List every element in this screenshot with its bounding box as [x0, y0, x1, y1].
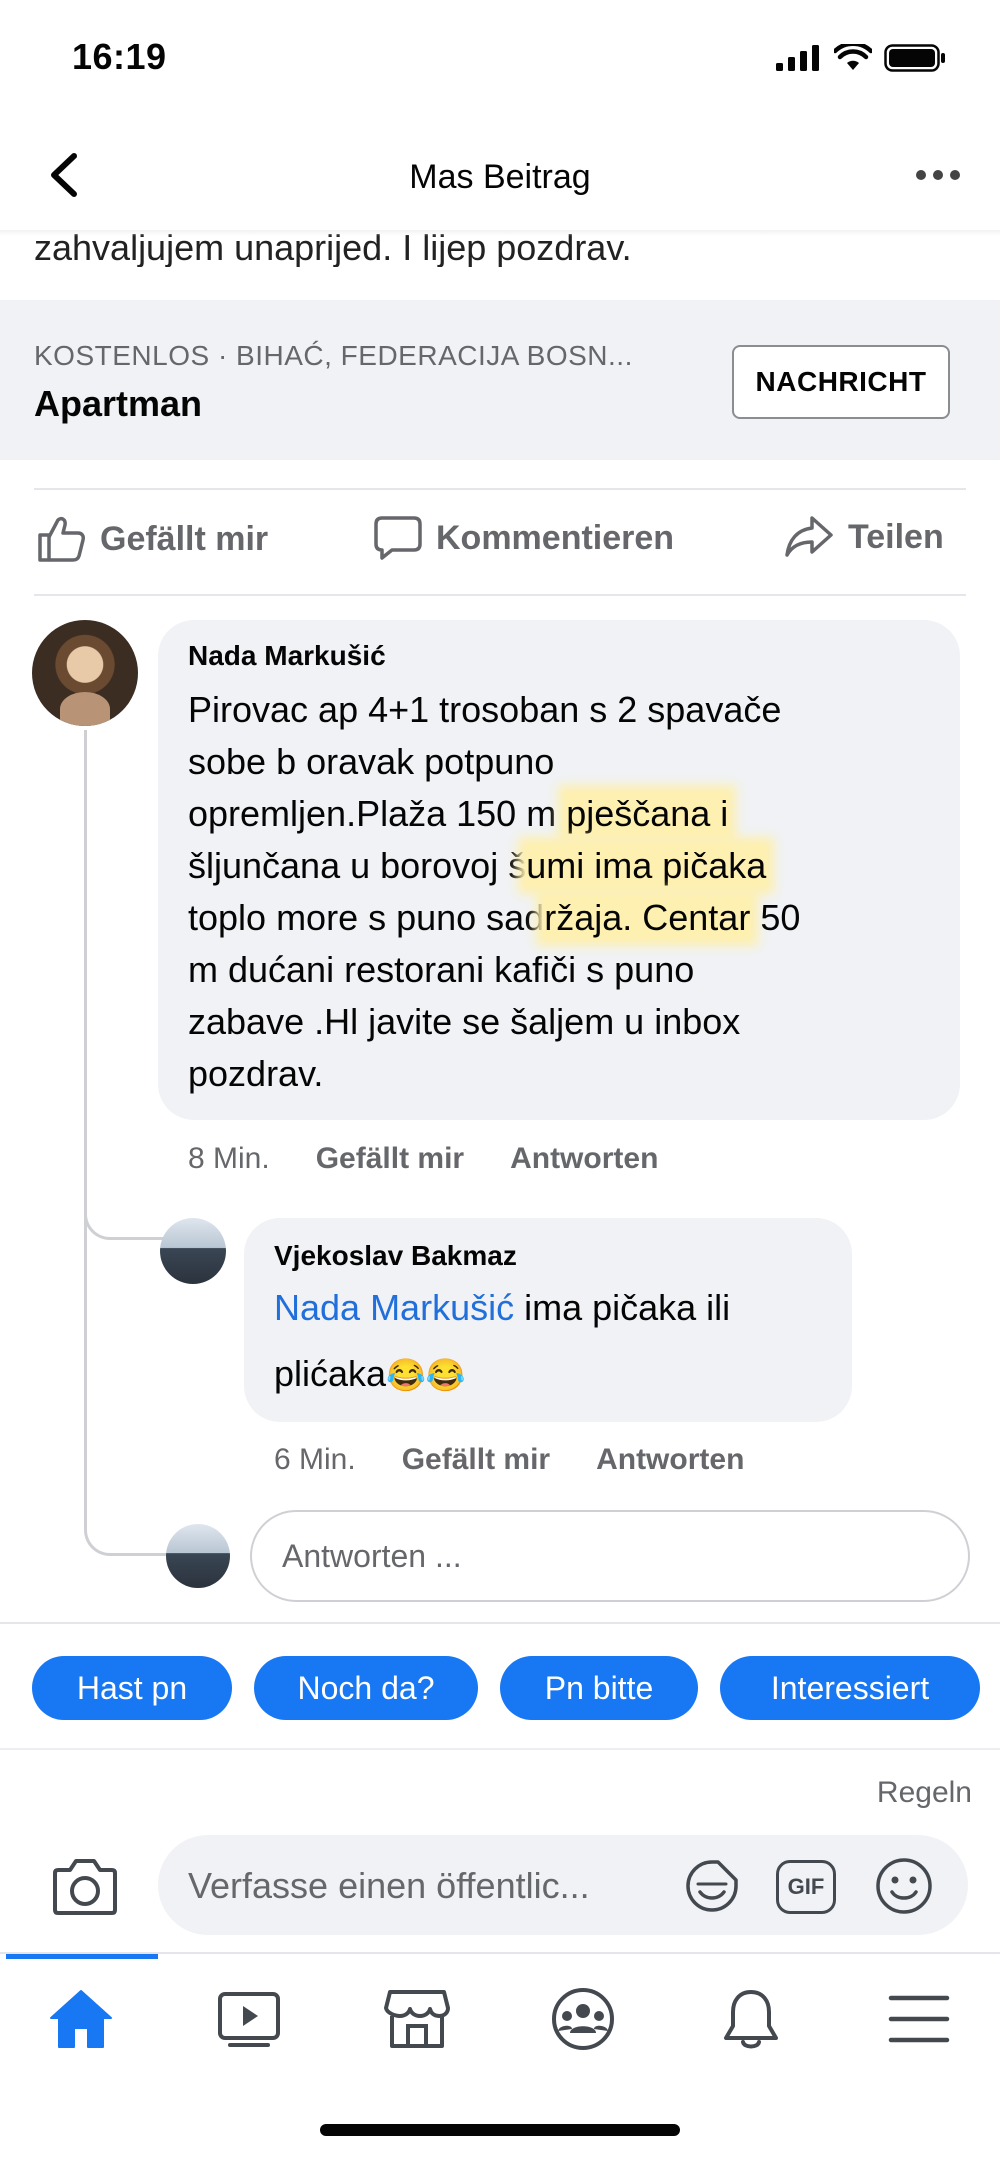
battery-icon [884, 44, 945, 72]
message-button[interactable]: NACHRICHT [732, 345, 950, 419]
reply-input-placeholder: Antworten ... [282, 1537, 462, 1574]
header-shadow [0, 230, 1000, 236]
avatar [166, 1524, 230, 1588]
camera-icon[interactable] [52, 1856, 118, 1916]
divider [0, 1748, 1000, 1750]
divider [34, 488, 966, 490]
tab-notifications[interactable] [716, 1984, 786, 2054]
divider [0, 1622, 1000, 1624]
more-icon[interactable] [916, 170, 960, 180]
page-title: Mas Beitrag [409, 158, 591, 196]
comment-line: pozdrav. [188, 1053, 324, 1094]
home-icon [50, 1990, 112, 2048]
emoji-icon[interactable] [874, 1856, 934, 1916]
sticker-icon[interactable] [684, 1858, 740, 1914]
reply-time: 6 Min. [274, 1443, 356, 1476]
marketplace-icon [384, 1990, 450, 2048]
reply-like-link[interactable]: Gefällt mir [402, 1443, 550, 1477]
signal-icon [776, 45, 819, 71]
thread-branch [84, 1180, 166, 1240]
status-time: 16:19 [72, 36, 167, 77]
quick-reply-chip[interactable]: Noch da? [254, 1656, 478, 1720]
thread-branch [84, 1490, 166, 1556]
avatar[interactable] [32, 620, 138, 726]
wifi-icon [834, 44, 872, 70]
comment-text: Pirovac ap 4+1 trosoban s 2 spavače sobe… [188, 684, 948, 1100]
comment-like-link[interactable]: Gefällt mir [316, 1142, 464, 1176]
share-icon [785, 516, 833, 557]
tab-video[interactable] [214, 1984, 284, 2054]
comment-reply-link[interactable]: Antworten [510, 1142, 658, 1176]
home-indicator [320, 2124, 680, 2136]
tab-menu[interactable] [884, 1984, 954, 2054]
groups-icon [552, 1988, 614, 2050]
comment-author[interactable]: Nada Markušić [188, 640, 386, 672]
composer-placeholder: Verfasse einen öffentlic... [188, 1865, 590, 1906]
tab-groups[interactable] [548, 1984, 618, 2054]
avatar[interactable] [160, 1218, 226, 1284]
comment-button[interactable]: Kommentieren [374, 515, 674, 561]
gif-icon[interactable]: GIF [776, 1860, 836, 1914]
status-icons [776, 44, 946, 72]
like-label: Gefällt mir [100, 519, 269, 558]
comment-line: m dućani restorani kafiči s puno [188, 949, 695, 990]
quick-reply-chip[interactable]: Interessiert [720, 1656, 980, 1720]
rules-link[interactable]: Regeln [877, 1776, 972, 1810]
comment-line: zabave .Hl javite se šaljem u inbox [188, 1001, 741, 1042]
divider [0, 1952, 1000, 1954]
comment-line: šljunčana u borovoj šumi ima pičaka [188, 845, 767, 886]
active-tab-indicator [6, 1954, 158, 1959]
reply-line: plićaka😂😂 [274, 1353, 466, 1394]
tab-home[interactable] [46, 1984, 116, 2054]
comment-time: 8 Min. [188, 1142, 270, 1175]
comment-line: toplo more s puno sadržaja. Centar 50 [188, 897, 801, 938]
thread-line [84, 730, 87, 1530]
tab-marketplace[interactable] [382, 1984, 452, 2054]
mention-link[interactable]: Nada Markušić [274, 1287, 514, 1328]
quick-reply-chip[interactable]: Pn bitte [500, 1656, 698, 1720]
menu-icon [888, 1995, 950, 2043]
like-button[interactable]: Gefällt mir [36, 515, 268, 563]
divider [34, 594, 966, 596]
listing-title[interactable]: Apartman [34, 383, 202, 425]
reply-line: Nada Markušić ima pičaka ili [274, 1287, 731, 1328]
comment-line: Pirovac ap 4+1 trosoban s 2 spavače [188, 689, 782, 730]
reply-text: Nada Markušić ima pičaka ili plićaka😂😂 [274, 1282, 834, 1401]
comment-label: Kommentieren [436, 518, 675, 557]
laughing-emoji-icon: 😂😂 [386, 1357, 466, 1393]
reply-reply-link[interactable]: Antworten [596, 1443, 744, 1477]
reply-meta: 6 Min. Gefällt mir Antworten [274, 1443, 744, 1477]
gif-label: GIF [787, 1874, 825, 1899]
share-button[interactable]: Teilen [784, 515, 944, 559]
quick-reply-chip[interactable]: Hast pn [32, 1656, 232, 1720]
video-icon [218, 1992, 280, 2047]
comment-line: sobe b oravak potpuno [188, 741, 555, 782]
thumbs-up-icon [38, 516, 85, 562]
reply-author[interactable]: Vjekoslav Bakmaz [274, 1240, 517, 1272]
comment-icon [374, 516, 422, 560]
reply-input[interactable]: Antworten ... [250, 1510, 970, 1602]
comment-line: opremljen.Plaža 150 m pješčana i [188, 793, 729, 834]
comment-meta: 8 Min. Gefällt mir Antworten [188, 1142, 658, 1176]
listing-meta: KOSTENLOS · BIHAĆ, FEDERACIJA BOSN... [34, 340, 633, 371]
bell-icon [724, 1990, 778, 2049]
share-label: Teilen [848, 517, 944, 556]
